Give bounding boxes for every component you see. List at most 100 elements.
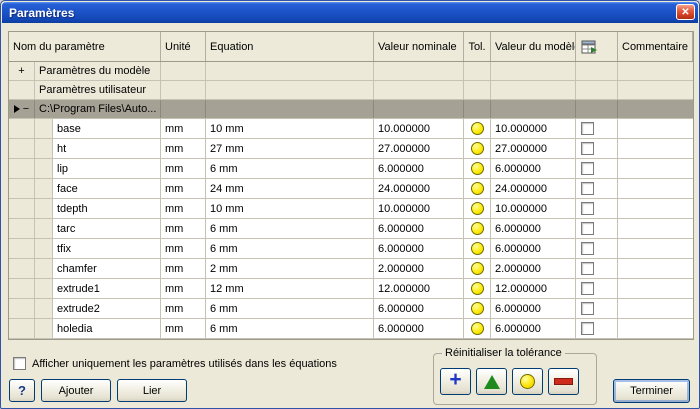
table-row[interactable]: extrude2 mm 6 mm 6.000000 6.000000 [9, 299, 693, 319]
group-row-linked-file[interactable]: − C:\Program Files\Auto... [9, 100, 693, 119]
table-row[interactable]: tdepth mm 10 mm 10.000000 10.000000 [9, 199, 693, 219]
param-model-value-cell[interactable]: 12.000000 [491, 279, 576, 298]
group-row-user-parameters[interactable]: Paramètres utilisateur [9, 81, 693, 100]
export-checkbox[interactable] [581, 122, 594, 135]
table-row[interactable]: tarc mm 6 mm 6.000000 6.000000 [9, 219, 693, 239]
table-row[interactable]: tfix mm 6 mm 6.000000 6.000000 [9, 239, 693, 259]
param-model-value-cell[interactable]: 10.000000 [491, 119, 576, 138]
title-bar[interactable]: Paramètres [2, 2, 698, 23]
param-export-cell[interactable] [576, 159, 618, 178]
tolerance-yellow-circle-icon[interactable] [470, 162, 484, 175]
param-tolerance-cell[interactable] [464, 259, 491, 278]
help-button[interactable]: ? [9, 379, 35, 402]
param-comment-cell[interactable] [618, 319, 693, 338]
table-row[interactable]: holedia mm 6 mm 6.000000 6.000000 [9, 319, 693, 339]
param-export-cell[interactable] [576, 199, 618, 218]
finish-button[interactable]: Terminer [613, 379, 690, 403]
param-nominal-cell[interactable]: 6.000000 [374, 299, 464, 318]
param-tolerance-cell[interactable] [464, 219, 491, 238]
param-tolerance-cell[interactable] [464, 139, 491, 158]
param-equation-cell[interactable]: 2 mm [206, 259, 374, 278]
param-unit-cell[interactable]: mm [161, 199, 206, 218]
current-row-indicator[interactable]: − [9, 100, 35, 118]
param-comment-cell[interactable] [618, 179, 693, 198]
param-unit-cell[interactable]: mm [161, 119, 206, 138]
add-button[interactable]: Ajouter [41, 379, 111, 402]
param-unit-cell[interactable]: mm [161, 299, 206, 318]
table-row[interactable]: ht mm 27 mm 27.000000 27.000000 [9, 139, 693, 159]
param-name-cell[interactable]: face [53, 179, 161, 198]
table-row[interactable]: extrude1 mm 12 mm 12.000000 12.000000 [9, 279, 693, 299]
param-tolerance-cell[interactable] [464, 279, 491, 298]
param-export-cell[interactable] [576, 259, 618, 278]
param-comment-cell[interactable] [618, 159, 693, 178]
param-equation-cell[interactable]: 27 mm [206, 139, 374, 158]
param-nominal-cell[interactable]: 27.000000 [374, 139, 464, 158]
tolerance-upper-button[interactable]: + [440, 368, 471, 395]
param-nominal-cell[interactable]: 6.000000 [374, 159, 464, 178]
group-label[interactable]: Paramètres du modèle [35, 62, 161, 80]
param-comment-cell[interactable] [618, 199, 693, 218]
param-model-value-cell[interactable]: 27.000000 [491, 139, 576, 158]
export-checkbox[interactable] [581, 302, 594, 315]
param-comment-cell[interactable] [618, 259, 693, 278]
param-name-cell[interactable]: chamfer [53, 259, 161, 278]
param-name-cell[interactable]: tdepth [53, 199, 161, 218]
param-equation-cell[interactable]: 10 mm [206, 199, 374, 218]
param-export-cell[interactable] [576, 319, 618, 338]
param-export-cell[interactable] [576, 299, 618, 318]
param-unit-cell[interactable]: mm [161, 319, 206, 338]
tolerance-yellow-circle-icon[interactable] [470, 142, 484, 155]
tolerance-yellow-circle-icon[interactable] [470, 202, 484, 215]
param-comment-cell[interactable] [618, 299, 693, 318]
param-tolerance-cell[interactable] [464, 299, 491, 318]
param-unit-cell[interactable]: mm [161, 239, 206, 258]
param-export-cell[interactable] [576, 279, 618, 298]
export-checkbox[interactable] [581, 142, 594, 155]
export-checkbox[interactable] [581, 282, 594, 295]
tolerance-yellow-circle-icon[interactable] [470, 262, 484, 275]
filter-checkbox[interactable] [13, 357, 26, 370]
table-row[interactable]: lip mm 6 mm 6.000000 6.000000 [9, 159, 693, 179]
tolerance-yellow-circle-icon[interactable] [470, 242, 484, 255]
param-unit-cell[interactable]: mm [161, 279, 206, 298]
param-nominal-cell[interactable]: 6.000000 [374, 239, 464, 258]
param-tolerance-cell[interactable] [464, 319, 491, 338]
table-row[interactable]: face mm 24 mm 24.000000 24.000000 [9, 179, 693, 199]
param-name-cell[interactable]: extrude1 [53, 279, 161, 298]
param-equation-cell[interactable]: 6 mm [206, 319, 374, 338]
param-model-value-cell[interactable]: 10.000000 [491, 199, 576, 218]
tolerance-yellow-circle-icon[interactable] [470, 302, 484, 315]
export-checkbox[interactable] [581, 162, 594, 175]
param-name-cell[interactable]: tarc [53, 219, 161, 238]
param-comment-cell[interactable] [618, 219, 693, 238]
param-export-cell[interactable] [576, 119, 618, 138]
export-checkbox[interactable] [581, 222, 594, 235]
param-export-cell[interactable] [576, 219, 618, 238]
param-model-value-cell[interactable]: 24.000000 [491, 179, 576, 198]
param-model-value-cell[interactable]: 6.000000 [491, 319, 576, 338]
tolerance-yellow-circle-icon[interactable] [470, 222, 484, 235]
param-equation-cell[interactable]: 6 mm [206, 219, 374, 238]
tolerance-yellow-circle-icon[interactable] [470, 282, 484, 295]
export-checkbox[interactable] [581, 322, 594, 335]
param-model-value-cell[interactable]: 6.000000 [491, 159, 576, 178]
param-nominal-cell[interactable]: 12.000000 [374, 279, 464, 298]
param-unit-cell[interactable]: mm [161, 159, 206, 178]
tolerance-median-button[interactable] [512, 368, 543, 395]
param-tolerance-cell[interactable] [464, 199, 491, 218]
close-button[interactable]: ✕ [676, 4, 695, 20]
param-equation-cell[interactable]: 10 mm [206, 119, 374, 138]
param-comment-cell[interactable] [618, 139, 693, 158]
tolerance-lower-button[interactable] [548, 368, 579, 395]
param-export-cell[interactable] [576, 139, 618, 158]
param-model-value-cell[interactable]: 2.000000 [491, 259, 576, 278]
param-nominal-cell[interactable]: 10.000000 [374, 199, 464, 218]
param-model-value-cell[interactable]: 6.000000 [491, 239, 576, 258]
param-comment-cell[interactable] [618, 239, 693, 258]
table-row[interactable]: chamfer mm 2 mm 2.000000 2.000000 [9, 259, 693, 279]
param-export-cell[interactable] [576, 179, 618, 198]
param-model-value-cell[interactable]: 6.000000 [491, 219, 576, 238]
tolerance-nominal-button[interactable] [476, 368, 507, 395]
link-button[interactable]: Lier [117, 379, 187, 402]
